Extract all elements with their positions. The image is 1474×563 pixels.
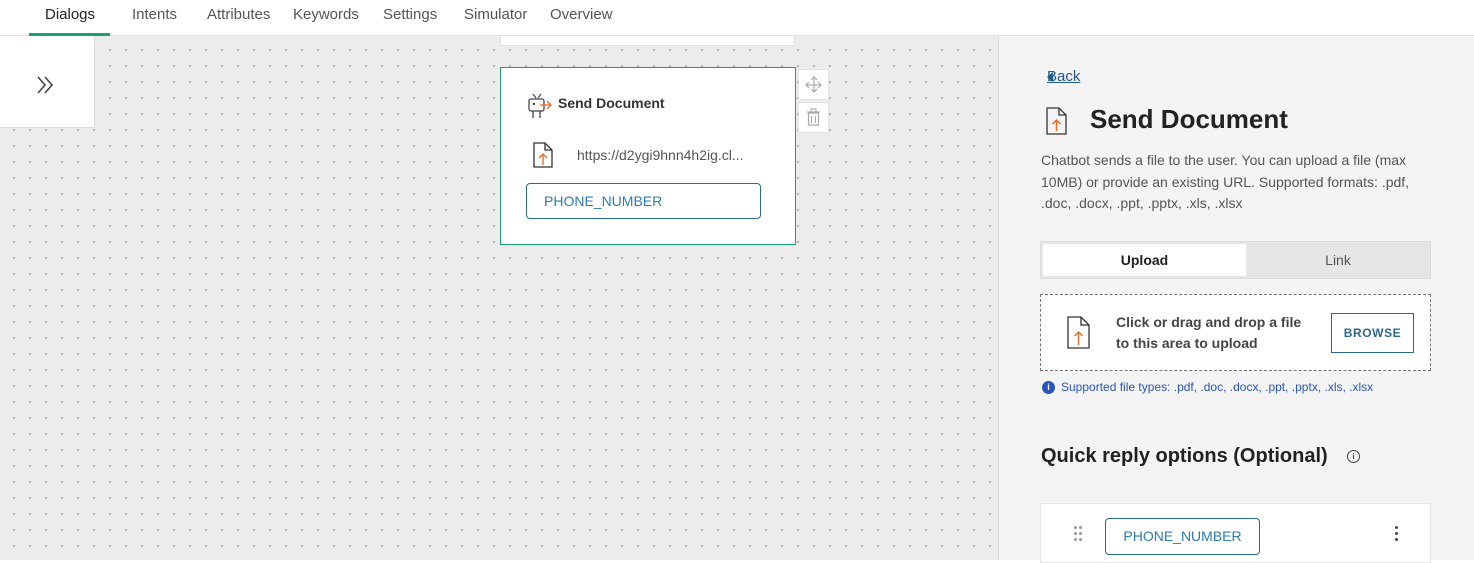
info-icon: i [1042,381,1055,394]
browse-button[interactable]: BROWSE [1331,313,1414,353]
tab-intents[interactable]: Intents [132,0,177,36]
drag-handle-icon[interactable] [1072,524,1084,544]
document-upload-icon [1046,107,1067,135]
flow-canvas[interactable] [0,36,998,560]
link-tab[interactable]: Link [1246,244,1430,276]
panel-title: Send Document [1090,104,1288,134]
back-link[interactable]: Back [1047,68,1080,85]
phone-number-quick-reply-chip[interactable]: PHONE_NUMBER [526,183,761,219]
phone-number-quick-reply-chip[interactable]: PHONE_NUMBER [1105,518,1260,555]
document-url: https://d2ygi9hnn4h2ig.cl... [577,147,744,163]
quick-reply-item: PHONE_NUMBER [1040,503,1431,563]
quick-reply-title: Quick reply options (Optional) [1041,445,1328,467]
delete-node-button[interactable] [798,102,829,133]
file-dropzone[interactable]: Click or drag and drop a file to this ar… [1040,294,1431,371]
tab-overview[interactable]: Overview [550,0,613,36]
expand-sidebar-button[interactable] [0,36,95,128]
tab-keywords[interactable]: Keywords [293,0,359,36]
document-upload-icon [533,142,553,168]
panel-description: Chatbot sends a file to the user. You ca… [1041,152,1410,211]
quick-reply-info-icon[interactable]: i [1347,450,1360,463]
trash-icon [807,108,820,126]
supported-file-types: Supported file types: .pdf, .doc, .docx,… [1061,380,1374,394]
node-title: Send Document [558,95,665,111]
document-upload-icon [1067,316,1090,349]
move-node-button[interactable] [798,69,829,100]
previous-node-card[interactable] [500,36,795,46]
send-document-node[interactable]: Send Document https://d2ygi9hnn4h2ig.cl.… [500,67,796,245]
tab-settings[interactable]: Settings [383,0,437,36]
top-nav: Dialogs Intents Attributes Keywords Sett… [0,0,1474,36]
dropzone-text: Click or drag and drop a file to this ar… [1116,314,1302,351]
tab-simulator[interactable]: Simulator [464,0,527,36]
upload-tab[interactable]: Upload [1043,244,1246,276]
tab-dialogs[interactable]: Dialogs [45,0,95,36]
tab-attributes[interactable]: Attributes [207,0,270,36]
double-chevron-right-icon [37,76,54,94]
chatbot-icon [528,93,552,118]
source-toggle: Upload Link [1040,241,1431,279]
more-options-icon[interactable] [1391,526,1401,546]
move-icon [805,76,822,93]
